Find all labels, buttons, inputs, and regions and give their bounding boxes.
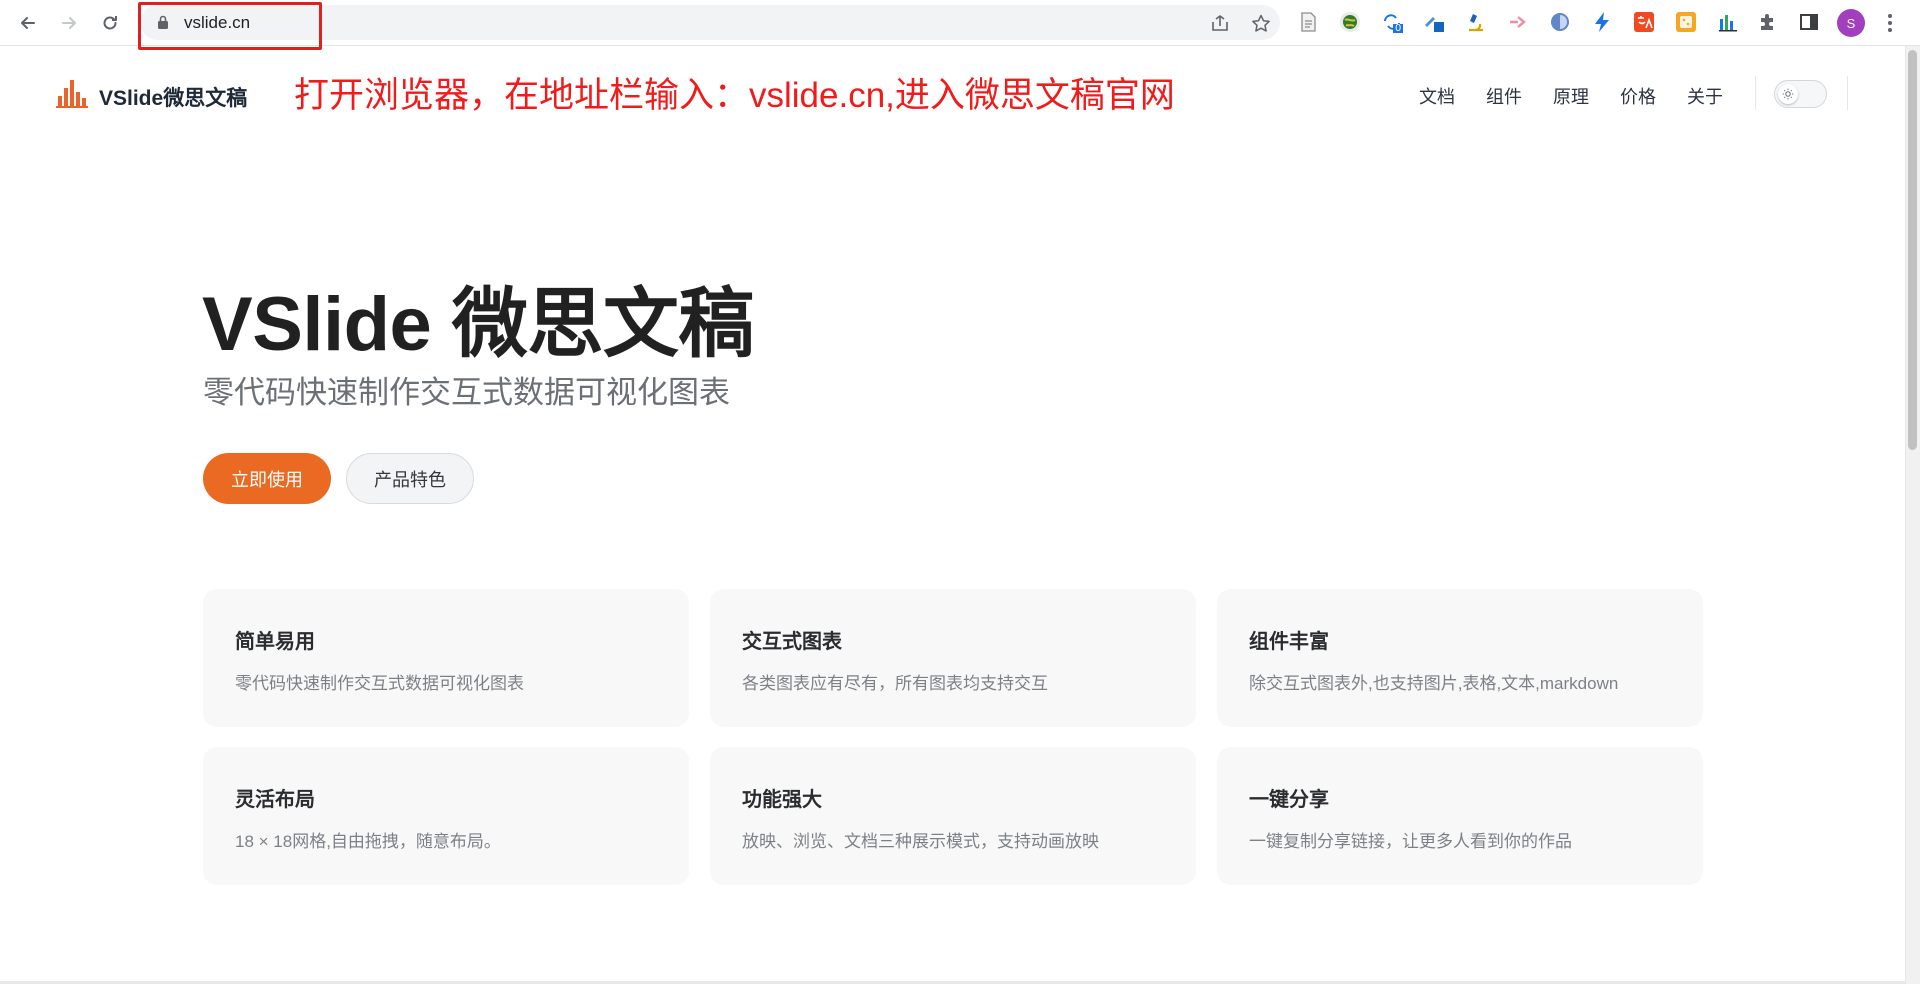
forward-button[interactable] xyxy=(55,9,83,37)
ext-sync[interactable]: 0 xyxy=(1380,10,1404,34)
feature-card: 一键分享 一键复制分享链接，让更多人看到你的作品 xyxy=(1217,747,1703,885)
puzzle-icon xyxy=(1761,14,1773,30)
ext-chart[interactable] xyxy=(1716,10,1740,34)
sidepanel-icon xyxy=(1800,14,1818,30)
ext-globe[interactable] xyxy=(1338,10,1362,34)
logo-text[interactable]: VSlide微思文稿 xyxy=(99,82,247,112)
feature-title: 功能强大 xyxy=(742,789,822,811)
hero-subtitle: 零代码快速制作交互式数据可视化图表 xyxy=(203,375,730,410)
instruction-annotation: 打开浏览器，在地址栏输入：vslide.cn,进入微思文稿官网 xyxy=(294,76,1175,115)
doc-icon xyxy=(1301,12,1316,32)
theme-toggle-knob xyxy=(1778,84,1798,104)
ext-doc[interactable] xyxy=(1296,10,1320,34)
back-button[interactable] xyxy=(14,9,42,37)
nav-principle[interactable]: 原理 xyxy=(1553,83,1589,109)
feature-title: 组件丰富 xyxy=(1249,631,1329,653)
share-icon[interactable] xyxy=(1210,14,1230,32)
nav-about[interactable]: 关于 xyxy=(1687,83,1723,109)
feature-description: 18 × 18网格,自由拖拽，随意布局。 xyxy=(235,832,501,851)
site-header: VSlide微思文稿 打开浏览器，在地址栏输入：vslide.cn,进入微思文稿… xyxy=(0,46,1920,141)
circle-extension-icon xyxy=(1551,13,1569,31)
microscope-extension-icon xyxy=(1469,14,1483,32)
feature-title: 交互式图表 xyxy=(742,631,842,653)
feature-description: 放映、浏览、文档三种展示模式，支持动画放映 xyxy=(742,832,1099,851)
browser-toolbar: vslide.cn 0 S xyxy=(0,0,1920,50)
arrow-extension-icon xyxy=(1510,16,1526,28)
hero-title: VSlide 微思文稿 xyxy=(202,282,754,367)
side-panel-button[interactable] xyxy=(1797,10,1821,34)
kebab-menu-icon[interactable] xyxy=(1882,11,1898,35)
chart-extension-icon xyxy=(1719,15,1737,32)
reload-icon xyxy=(103,16,117,30)
feature-title: 简单易用 xyxy=(235,631,315,653)
lock-icon xyxy=(158,15,168,29)
feature-card: 灵活布局 18 × 18网格,自由拖拽，随意布局。 xyxy=(203,747,689,885)
feature-card: 简单易用 零代码快速制作交互式数据可视化图表 xyxy=(203,589,689,727)
feature-description: 除交互式图表外,也支持图片,表格,文本,markdown xyxy=(1249,674,1619,693)
translate-extension-icon xyxy=(1634,12,1654,32)
pen-extension-icon xyxy=(1425,17,1444,32)
ext-arrow[interactable] xyxy=(1506,10,1530,34)
theme-toggle[interactable] xyxy=(1774,80,1827,108)
nav-pricing[interactable]: 价格 xyxy=(1620,83,1656,109)
nav-docs[interactable]: 文档 xyxy=(1419,83,1455,109)
back-arrow-icon xyxy=(21,17,35,29)
globe-extension-icon xyxy=(1340,12,1360,32)
address-bar[interactable]: vslide.cn xyxy=(140,5,1280,40)
start-button[interactable]: 立即使用 xyxy=(203,453,331,504)
lightning-extension-icon xyxy=(1595,12,1609,32)
nav-divider xyxy=(1847,76,1848,110)
profile-avatar[interactable]: S xyxy=(1837,9,1865,37)
ext-cookie[interactable] xyxy=(1674,10,1698,34)
feature-description: 零代码快速制作交互式数据可视化图表 xyxy=(235,674,524,693)
feature-card: 组件丰富 除交互式图表外,也支持图片,表格,文本,markdown xyxy=(1217,589,1703,727)
forward-arrow-icon xyxy=(62,17,76,29)
features-button[interactable]: 产品特色 xyxy=(346,453,474,504)
extensions-button[interactable] xyxy=(1756,10,1780,34)
nav-components[interactable]: 组件 xyxy=(1486,83,1522,109)
feature-description: 一键复制分享链接，让更多人看到你的作品 xyxy=(1249,832,1572,851)
cookie-extension-icon xyxy=(1676,12,1696,32)
feature-card: 交互式图表 各类图表应有尽有，所有图表均支持交互 xyxy=(710,589,1196,727)
nav-divider xyxy=(1755,76,1756,110)
url-text[interactable]: vslide.cn xyxy=(184,13,250,33)
ext-circle[interactable] xyxy=(1548,10,1572,34)
feature-description: 各类图表应有尽有，所有图表均支持交互 xyxy=(742,674,1048,693)
reload-button[interactable] xyxy=(96,9,124,37)
scrollbar-thumb[interactable] xyxy=(1908,50,1917,450)
profile-initial: S xyxy=(1846,15,1856,31)
bookmark-star-icon[interactable] xyxy=(1251,14,1271,32)
sun-icon xyxy=(1782,88,1794,100)
feature-title: 灵活布局 xyxy=(235,789,315,811)
ext-microscope[interactable] xyxy=(1464,10,1488,34)
logo-icon[interactable] xyxy=(56,78,88,108)
extension-badge: 0 xyxy=(1395,23,1402,34)
ext-translate[interactable] xyxy=(1632,10,1656,34)
ext-pen[interactable] xyxy=(1422,10,1446,34)
feature-title: 一键分享 xyxy=(1249,789,1329,811)
feature-card: 功能强大 放映、浏览、文档三种展示模式，支持动画放映 xyxy=(710,747,1196,885)
ext-lightning[interactable] xyxy=(1590,10,1614,34)
